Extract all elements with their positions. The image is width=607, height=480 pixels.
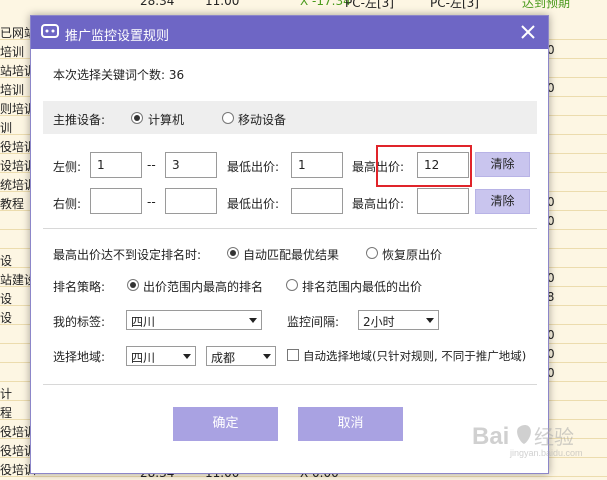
- left-range-separator: --: [147, 158, 156, 172]
- svg-text:经验: 经验: [534, 425, 574, 449]
- interval-label: 监控间隔:: [287, 315, 340, 329]
- bg-top-cell: 达到预期: [522, 0, 571, 10]
- fallback-label: 最高出价达不到设定排名时:: [53, 248, 202, 262]
- chevron-down-icon: [183, 354, 191, 359]
- bg-top-cell: 11.00: [205, 0, 240, 8]
- baidu-watermark-logo: Bai 经验 jingyan.baidu.com: [472, 423, 583, 458]
- fallback-restore-radio[interactable]: [366, 247, 378, 259]
- region-label: 选择地域:: [53, 350, 106, 364]
- device-label: 主推设备:: [53, 113, 106, 127]
- interval-select[interactable]: 2小时: [358, 310, 439, 330]
- rule-settings-dialog: 推广监控设置规则 本次选择关键词个数: 36 主推设备: 计算机 移动设备 左侧…: [30, 15, 549, 474]
- confirm-button[interactable]: 确定: [173, 407, 278, 441]
- svg-text:Bai: Bai: [472, 423, 509, 450]
- right-range-separator: --: [147, 195, 156, 209]
- footer-divider: [43, 384, 537, 385]
- right-range-to-input[interactable]: [165, 188, 217, 214]
- city-select[interactable]: 成都: [206, 346, 276, 366]
- strategy-label: 排名策略:: [53, 280, 106, 294]
- tag-select-value: 四川: [131, 315, 156, 329]
- left-min-bid-label: 最低出价:: [227, 160, 280, 174]
- strategy-highest-rank-label: 出价范围内最高的排名: [143, 280, 264, 294]
- auto-region-checkbox[interactable]: [287, 349, 299, 361]
- cancel-button[interactable]: 取消: [298, 407, 403, 441]
- province-select[interactable]: 四川: [126, 346, 196, 366]
- section-divider: [43, 228, 537, 229]
- chat-bubble-icon: [41, 24, 59, 38]
- device-computer-label: 计算机: [148, 113, 185, 127]
- left-clear-button[interactable]: 清除: [475, 152, 530, 177]
- close-icon[interactable]: [518, 22, 538, 42]
- right-range-from-input[interactable]: [90, 188, 142, 214]
- right-min-bid-input[interactable]: [291, 188, 343, 214]
- device-mobile-label: 移动设备: [238, 113, 287, 127]
- right-min-bid-label: 最低出价:: [227, 197, 280, 211]
- right-max-bid-label: 最高出价:: [352, 197, 405, 211]
- highlight-box: [376, 145, 472, 187]
- city-select-value: 成都: [211, 351, 236, 365]
- watermark-url: jingyan.baidu.com: [509, 448, 583, 458]
- strategy-lowest-bid-label: 排名范围内最低的出价: [302, 280, 423, 294]
- right-clear-button[interactable]: 清除: [475, 189, 530, 214]
- dialog-titlebar[interactable]: 推广监控设置规则: [31, 16, 548, 49]
- fallback-auto-label: 自动匹配最优结果: [243, 248, 340, 262]
- left-min-bid-input[interactable]: 1: [291, 152, 343, 178]
- chevron-down-icon: [249, 318, 257, 323]
- left-range-to-input[interactable]: 3: [165, 152, 217, 178]
- fallback-auto-radio[interactable]: [227, 247, 239, 259]
- right-side-label: 右侧:: [53, 197, 82, 211]
- device-mobile-radio[interactable]: [222, 112, 234, 124]
- bg-top-cell: 28.34: [140, 0, 175, 8]
- chevron-down-icon: [263, 354, 271, 359]
- bg-top-cell: X -17.34: [300, 0, 351, 8]
- dialog-title: 推广监控设置规则: [65, 29, 170, 44]
- bg-top-cell: PC-左[3]: [345, 0, 394, 10]
- bg-top-cell: PC-左[3]: [430, 0, 479, 10]
- tag-label: 我的标签:: [53, 315, 106, 329]
- province-select-value: 四川: [131, 351, 156, 365]
- strategy-highest-rank-radio[interactable]: [127, 279, 139, 291]
- fallback-restore-label: 恢复原出价: [382, 248, 443, 262]
- interval-select-value: 2小时: [363, 315, 395, 329]
- chevron-down-icon: [426, 318, 434, 323]
- auto-region-label: 自动选择地域(只针对规则, 不同于推广地域): [303, 349, 527, 363]
- left-range-from-input[interactable]: 1: [90, 152, 142, 178]
- keyword-count: 本次选择关键词个数: 36: [53, 68, 185, 82]
- left-side-label: 左侧:: [53, 160, 82, 174]
- device-section: [43, 101, 537, 134]
- tag-select[interactable]: 四川: [126, 310, 262, 330]
- strategy-lowest-bid-radio[interactable]: [286, 279, 298, 291]
- device-computer-radio[interactable]: [131, 112, 143, 124]
- right-max-bid-input[interactable]: [417, 188, 469, 214]
